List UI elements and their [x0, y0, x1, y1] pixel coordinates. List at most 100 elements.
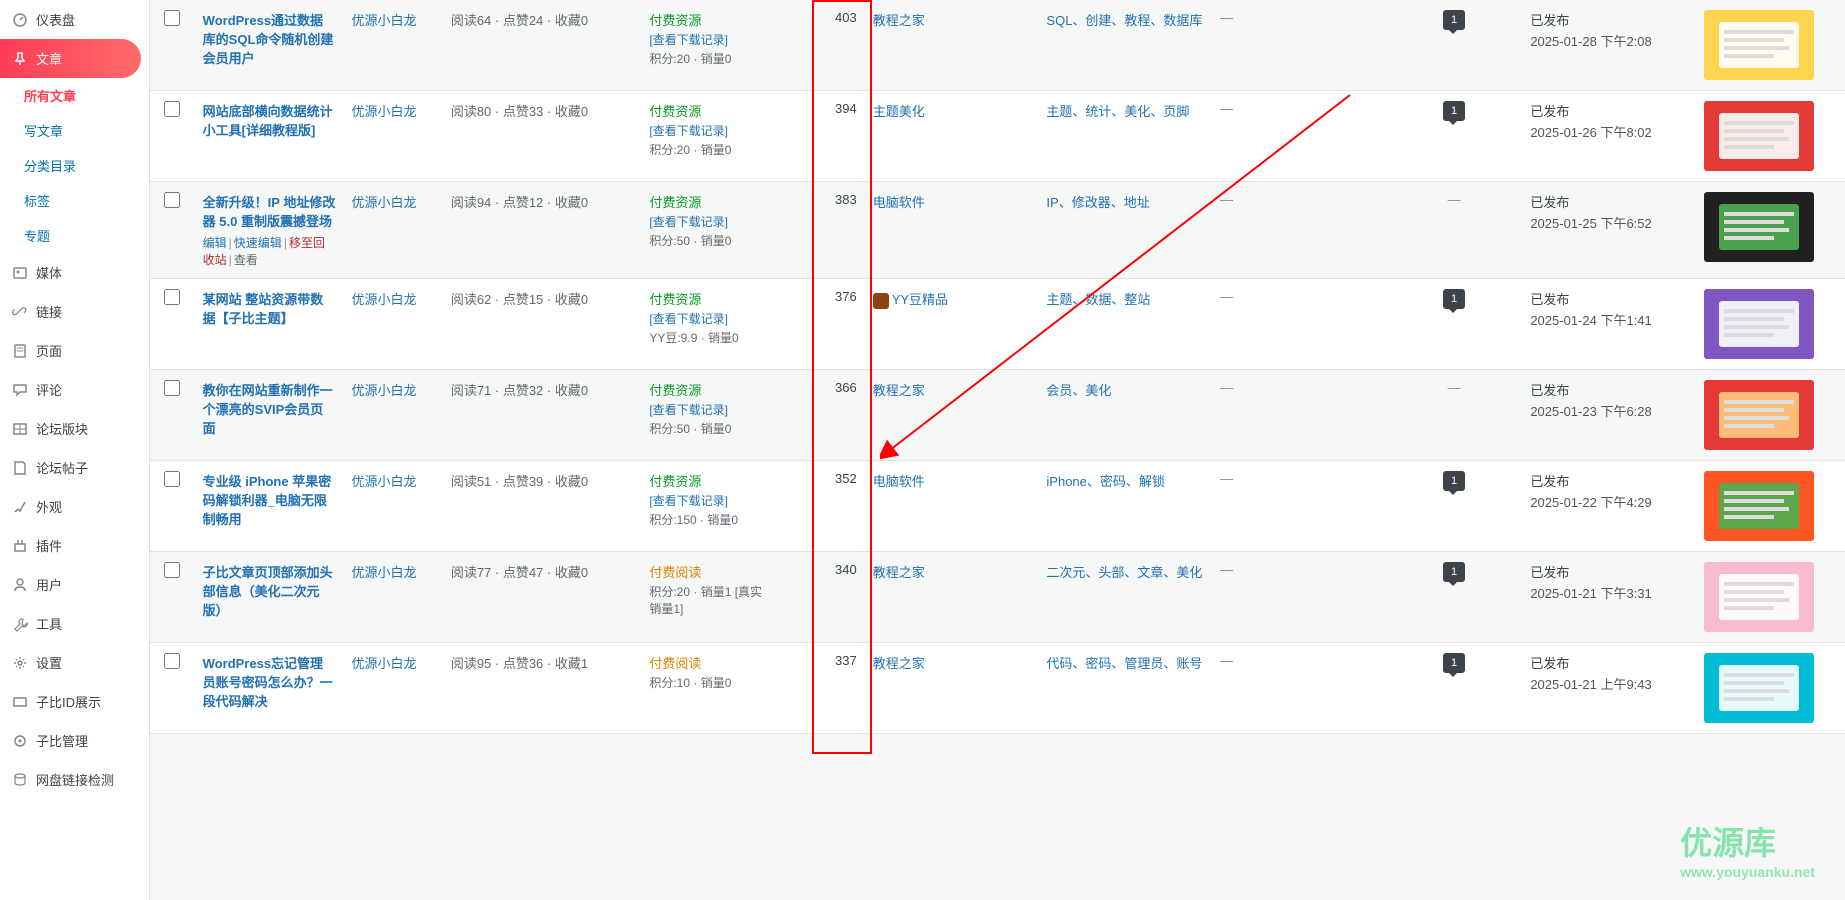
- quick-edit-link[interactable]: 快速编辑: [234, 236, 282, 250]
- edit-link[interactable]: 编辑: [203, 236, 227, 250]
- stats-text: 阅读80 · 点赞33 · 收藏0: [451, 104, 588, 119]
- post-thumbnail[interactable]: [1704, 562, 1814, 632]
- views-count: 366: [778, 370, 865, 461]
- post-thumbnail[interactable]: [1704, 101, 1814, 171]
- row-checkbox[interactable]: [164, 10, 180, 26]
- post-title[interactable]: 专业级 iPhone 苹果密码解锁利器_电脑无限制畅用: [203, 474, 332, 527]
- sidebar-label: 网盘链接检测: [36, 770, 114, 789]
- sidebar-item-forum[interactable]: 论坛版块: [0, 409, 149, 448]
- page-icon: [12, 343, 28, 359]
- post-thumbnail[interactable]: [1704, 380, 1814, 450]
- tags-link[interactable]: 主题、统计、美化、页脚: [1046, 104, 1189, 119]
- category-link[interactable]: 主题美化: [873, 104, 925, 119]
- sidebar-item-user[interactable]: 用户: [0, 565, 149, 604]
- tags-link[interactable]: 主题、数据、整站: [1046, 292, 1150, 307]
- author-link[interactable]: 优源小白龙: [352, 656, 417, 671]
- download-log-link[interactable]: [查看下载记录]: [649, 403, 728, 417]
- sidebar-subitem[interactable]: 所有文章: [12, 78, 149, 113]
- sidebar-label: 链接: [36, 302, 62, 321]
- row-checkbox[interactable]: [164, 562, 180, 578]
- sidebar-label: 文章: [36, 49, 62, 68]
- tags-link[interactable]: IP、修改器、地址: [1046, 195, 1149, 210]
- netdisk-icon: [12, 772, 28, 788]
- post-title[interactable]: WordPress通过数据库的SQL命令随机创建会员用户: [203, 13, 334, 66]
- views-count: 337: [778, 643, 865, 734]
- sidebar-subitem[interactable]: 写文章: [12, 113, 149, 148]
- tags-link[interactable]: SQL、创建、教程、数据库: [1046, 13, 1202, 28]
- category-link[interactable]: 教程之家: [873, 656, 925, 671]
- row-checkbox[interactable]: [164, 380, 180, 396]
- row-checkbox[interactable]: [164, 653, 180, 669]
- author-link[interactable]: 优源小白龙: [352, 383, 417, 398]
- tags-link[interactable]: 会员、美化: [1046, 383, 1111, 398]
- sidebar-subitem[interactable]: 专题: [12, 218, 149, 253]
- post-title[interactable]: 网站底部横向数据统计小工具[详细教程版]: [203, 104, 333, 138]
- tags-link[interactable]: 二次元、头部、文章、美化: [1046, 565, 1202, 580]
- sidebar-item-link[interactable]: 链接: [0, 292, 149, 331]
- tags-link[interactable]: iPhone、密码、解锁: [1046, 474, 1164, 489]
- download-log-link[interactable]: [查看下载记录]: [649, 124, 728, 138]
- sidebar-item-netdisk[interactable]: 网盘链接检测: [0, 760, 149, 799]
- sidebar-item-pin[interactable]: 文章: [0, 39, 141, 78]
- row-checkbox[interactable]: [164, 192, 180, 208]
- post-title[interactable]: 全新升级！IP 地址修改器 5.0 重制版震撼登场: [203, 195, 336, 229]
- category-link[interactable]: 教程之家: [873, 565, 925, 580]
- author-link[interactable]: 优源小白龙: [352, 565, 417, 580]
- post-title[interactable]: 子比文章页顶部添加头部信息（美化二次元版）: [203, 565, 333, 618]
- resource-meta: YY豆:9.9 · 销量0: [649, 329, 769, 346]
- sidebar-item-media[interactable]: 媒体: [0, 253, 149, 292]
- sidebar-item-settings[interactable]: 设置: [0, 643, 149, 682]
- comment-count[interactable]: 1: [1443, 653, 1465, 673]
- download-log-link[interactable]: [查看下载记录]: [649, 215, 728, 229]
- table-row: WordPress通过数据库的SQL命令随机创建会员用户优源小白龙阅读64 · …: [150, 0, 1845, 91]
- sidebar-item-tool[interactable]: 工具: [0, 604, 149, 643]
- sidebar-label: 页面: [36, 341, 62, 360]
- tags-link[interactable]: 代码、密码、管理员、账号: [1046, 656, 1202, 671]
- sidebar-subitem[interactable]: 标签: [12, 183, 149, 218]
- category-link[interactable]: YY豆精品: [892, 292, 948, 307]
- download-log-link[interactable]: [查看下载记录]: [649, 312, 728, 326]
- sidebar-subitem[interactable]: 分类目录: [12, 148, 149, 183]
- sidebar-item-post[interactable]: 论坛帖子: [0, 448, 149, 487]
- post-thumbnail[interactable]: [1704, 289, 1814, 359]
- publish-date: 2025-01-21 下午3:31: [1530, 583, 1688, 602]
- author-link[interactable]: 优源小白龙: [352, 474, 417, 489]
- sidebar-item-appearance[interactable]: 外观: [0, 487, 149, 526]
- sidebar-item-zibll[interactable]: 子比ID展示: [0, 682, 149, 721]
- stats-text: 阅读51 · 点赞39 · 收藏0: [451, 474, 588, 489]
- sidebar-label: 论坛帖子: [36, 458, 88, 477]
- post-thumbnail[interactable]: [1704, 653, 1814, 723]
- post-thumbnail[interactable]: [1704, 192, 1814, 262]
- row-checkbox[interactable]: [164, 471, 180, 487]
- sidebar-item-zibll2[interactable]: 子比管理: [0, 721, 149, 760]
- row-checkbox[interactable]: [164, 101, 180, 117]
- author-link[interactable]: 优源小白龙: [352, 195, 417, 210]
- sidebar-item-plugin[interactable]: 插件: [0, 526, 149, 565]
- comment-count[interactable]: 1: [1443, 562, 1465, 582]
- comment-count[interactable]: 1: [1443, 289, 1465, 309]
- publish-date: 2025-01-28 下午2:08: [1530, 31, 1688, 50]
- category-link[interactable]: 教程之家: [873, 383, 925, 398]
- views-count: 394: [778, 91, 865, 182]
- download-log-link[interactable]: [查看下载记录]: [649, 494, 728, 508]
- author-link[interactable]: 优源小白龙: [352, 13, 417, 28]
- comment-count[interactable]: 1: [1443, 10, 1465, 30]
- post-title[interactable]: WordPress忘记管理员账号密码怎么办？一段代码解决: [203, 656, 333, 709]
- post-title[interactable]: 教你在网站重新制作一个漂亮的SVIP会员页面: [203, 383, 333, 436]
- post-thumbnail[interactable]: [1704, 10, 1814, 80]
- category-link[interactable]: 电脑软件: [873, 474, 925, 489]
- sidebar-item-page[interactable]: 页面: [0, 331, 149, 370]
- sidebar-item-dashboard[interactable]: 仪表盘: [0, 0, 149, 39]
- author-link[interactable]: 优源小白龙: [352, 104, 417, 119]
- author-link[interactable]: 优源小白龙: [352, 292, 417, 307]
- download-log-link[interactable]: [查看下载记录]: [649, 33, 728, 47]
- category-link[interactable]: 教程之家: [873, 13, 925, 28]
- comment-count[interactable]: 1: [1443, 101, 1465, 121]
- comment-count[interactable]: 1: [1443, 471, 1465, 491]
- sidebar-item-comment[interactable]: 评论: [0, 370, 149, 409]
- view-link[interactable]: 查看: [234, 253, 258, 267]
- category-link[interactable]: 电脑软件: [873, 195, 925, 210]
- post-title[interactable]: 某网站 整站资源带数据【子比主题】: [203, 292, 324, 326]
- post-thumbnail[interactable]: [1704, 471, 1814, 541]
- row-checkbox[interactable]: [164, 289, 180, 305]
